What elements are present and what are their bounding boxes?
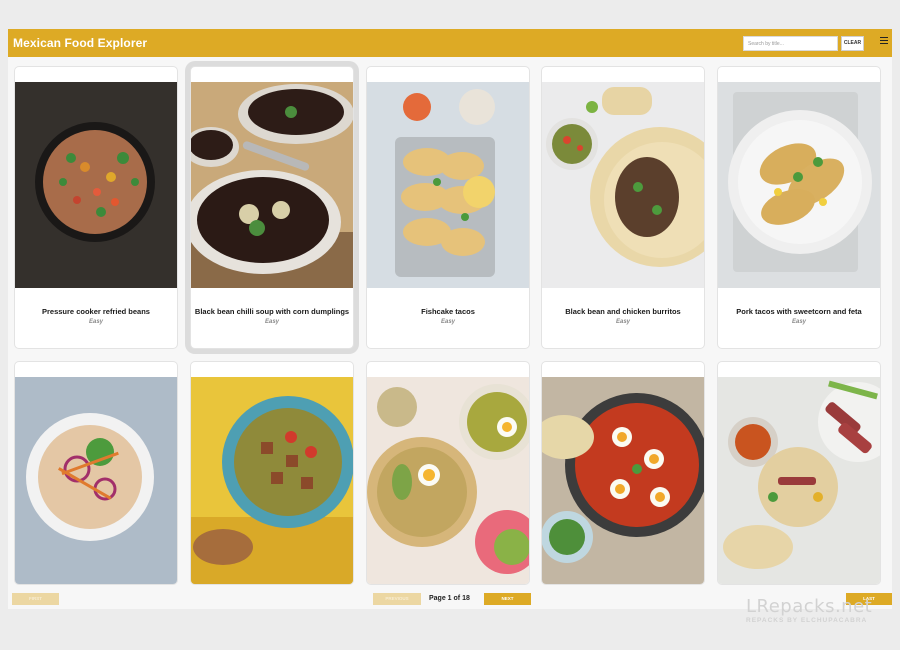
recipe-title: Pressure cooker refried beans [42, 307, 150, 316]
recipe-card[interactable] [717, 361, 881, 585]
app-title: Mexican Food Explorer [13, 36, 148, 50]
recipe-title: Fishcake tacos [421, 307, 475, 316]
recipe-photo [367, 377, 529, 584]
clear-button[interactable]: CLEAR [841, 36, 864, 51]
next-page-button[interactable]: NEXT [484, 593, 531, 605]
watermark-line1: LRepacks.net [746, 596, 873, 617]
recipe-photo [542, 377, 704, 584]
recipe-difficulty: Easy [615, 319, 630, 325]
recipe-title: Pork tacos with sweetcorn and feta [736, 307, 862, 316]
recipe-difficulty: Easy [88, 319, 103, 325]
watermark-line2: REPACKS BY ELCHUPACABRA [746, 617, 868, 624]
recipe-difficulty: Easy [791, 319, 806, 325]
first-page-button[interactable]: FIRST [12, 593, 59, 605]
recipe-card[interactable]: Pressure cooker refried beans Easy [14, 66, 178, 349]
recipe-card[interactable]: Fishcake tacos Easy [366, 66, 530, 349]
recipe-card[interactable]: Pork tacos with sweetcorn and feta Easy [717, 66, 881, 349]
recipe-photo [15, 377, 177, 584]
recipe-card[interactable]: Black bean and chicken burritos Easy [541, 66, 705, 349]
recipe-photo [191, 82, 353, 288]
recipe-card[interactable]: Black bean chilli soup with corn dumplin… [190, 66, 354, 349]
recipe-title: Black bean chilli soup with corn dumplin… [194, 307, 350, 316]
recipe-title: Black bean and chicken burritos [565, 307, 681, 316]
app-window: Mexican Food Explorer CLEAR Pressure coo… [8, 29, 892, 609]
recipe-difficulty: Easy [264, 319, 279, 325]
page-indicator: Page 1 of 18 [429, 595, 470, 602]
recipe-photo [15, 82, 177, 288]
recipe-difficulty: Easy [440, 319, 455, 325]
recipe-card[interactable] [14, 361, 178, 585]
recipe-photo [191, 377, 353, 584]
title-bar: Mexican Food Explorer CLEAR [8, 29, 892, 57]
recipe-photo [367, 82, 529, 288]
recipe-photo [718, 377, 880, 584]
hamburger-menu-icon[interactable] [880, 37, 888, 44]
recipe-card[interactable] [541, 361, 705, 585]
recipe-photo [718, 82, 880, 288]
recipe-photo [542, 82, 704, 288]
search-input[interactable] [743, 36, 838, 51]
watermark: LRepacks.net REPACKS BY ELCHUPACABRA [746, 596, 872, 624]
previous-page-button[interactable]: PREVIOUS [373, 593, 421, 605]
recipe-card[interactable] [366, 361, 530, 585]
recipe-card[interactable] [190, 361, 354, 585]
